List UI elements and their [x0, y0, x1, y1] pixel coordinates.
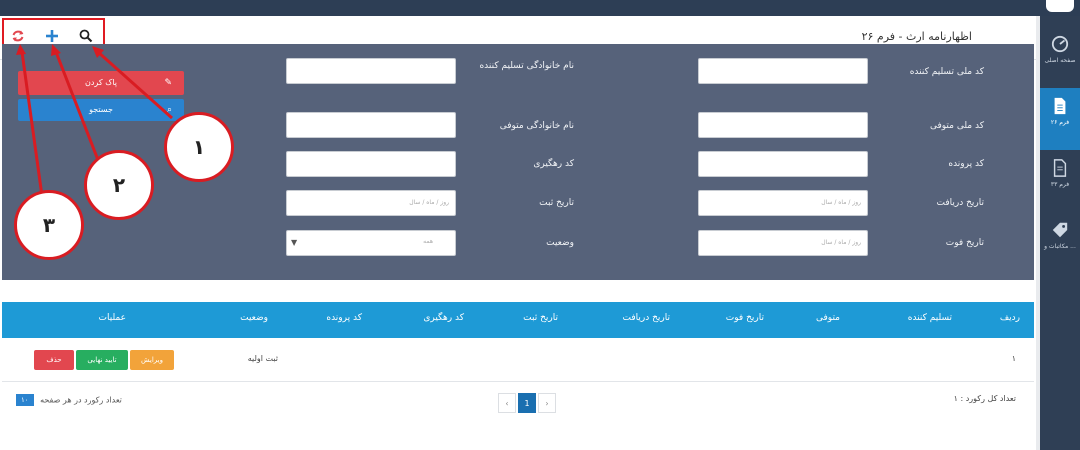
filter-panel: کد ملی تسلیم کننده کد ملی متوفی کد پروند…: [2, 44, 1034, 280]
file-code-input[interactable]: [698, 151, 868, 177]
tracking-code-input[interactable]: [286, 151, 456, 177]
sidebar-item-form33[interactable]: فرم ۳۳: [1040, 150, 1080, 212]
th-giver: تسلیم کننده: [907, 313, 952, 323]
table-header: ردیف تسلیم کننده متوفی تاریخ فوت تاریخ د…: [2, 302, 1034, 338]
status-select[interactable]: ▼ همه: [286, 230, 456, 256]
confirm-button[interactable]: تایید نهایی: [76, 350, 128, 370]
th-index: ردیف: [999, 313, 1020, 323]
delete-button[interactable]: حذف: [34, 350, 74, 370]
callout-1: ۱: [164, 112, 234, 182]
death-date-input[interactable]: روز / ماه / سال: [698, 230, 868, 256]
th-register-date: تاریخ ثبت: [523, 313, 558, 323]
refresh-icon: [12, 30, 24, 42]
pagination: ‹ 1 ›: [498, 393, 560, 413]
cell-status: ثبت اولیه: [247, 354, 278, 363]
label-deceased-family-name: نام خانوادگی متوفی: [499, 121, 574, 131]
th-tracking-code: کد رهگیری: [423, 313, 464, 323]
th-death-date: تاریخ فوت: [725, 313, 764, 323]
pager-next-button[interactable]: ›: [538, 393, 556, 413]
label-death-date: تاریخ فوت: [945, 238, 984, 248]
th-status: وضعیت: [240, 313, 268, 323]
giver-national-code-input[interactable]: [698, 58, 868, 84]
callout-3: ۳: [14, 190, 84, 260]
tag-icon: [1052, 222, 1068, 238]
deceased-national-code-input[interactable]: [698, 112, 868, 138]
th-actions: عملیات: [98, 313, 126, 323]
label-register-date: تاریخ ثبت: [539, 198, 574, 208]
label-file-code: کد پرونده: [948, 159, 984, 169]
cell-index: ۱: [1011, 354, 1016, 363]
th-deceased: متوفی: [816, 313, 840, 323]
label-giver-family-name: نام خانوادگی تسلیم کننده: [479, 61, 574, 71]
pager-current-page[interactable]: 1: [518, 393, 536, 413]
clear-button[interactable]: ✎ پاک کردن: [18, 71, 184, 95]
eraser-icon: ✎: [164, 78, 172, 88]
label-status: وضعیت: [546, 238, 574, 248]
per-page-select[interactable]: ۱۰: [16, 394, 34, 406]
th-receive-date: تاریخ دریافت: [622, 313, 670, 323]
sidebar-item-label: فرم ۲۶: [1050, 119, 1070, 126]
search-icon: ⌕: [166, 105, 172, 115]
callout-2: ۲: [84, 150, 154, 220]
sidebar-item-label: فرم ۳۳: [1050, 181, 1070, 188]
th-file-code: کد پرونده: [326, 313, 362, 323]
label-giver-national-code: کد ملی تسلیم کننده: [909, 67, 984, 77]
deceased-family-name-input[interactable]: [286, 112, 456, 138]
label-deceased-national-code: کد ملی متوفی: [929, 121, 984, 131]
receive-date-input[interactable]: روز / ماه / سال: [698, 190, 868, 216]
search-submit-button[interactable]: ⌕ جستجو: [18, 99, 184, 121]
sidebar-item-home[interactable]: صفحه اصلی: [1040, 26, 1080, 88]
logo: [1046, 0, 1074, 12]
table-row: ۱ ثبت اولیه ویرایش تایید نهایی حذف: [2, 338, 1034, 382]
search-button-label: جستجو: [89, 105, 113, 114]
chevron-down-icon: ▼: [291, 238, 298, 247]
top-bar: [0, 0, 1080, 16]
total-records: تعداد کل رکورد : ۱: [953, 394, 1016, 403]
sidebar-item-label: مکاتبات و ...: [1044, 243, 1076, 250]
search-icon: [79, 29, 93, 43]
register-date-input[interactable]: روز / ماه / سال: [286, 190, 456, 216]
sidebar-item-correspondence[interactable]: مکاتبات و ...: [1040, 212, 1080, 274]
per-page-control: تعداد رکورد در هر صفحه ۱۰: [16, 394, 122, 406]
plus-icon: [46, 30, 58, 42]
document-icon: [1053, 159, 1067, 177]
sidebar-item-form26[interactable]: فرم ۲۶: [1040, 88, 1080, 150]
giver-family-name-input[interactable]: [286, 58, 456, 84]
per-page-label: تعداد رکورد در هر صفحه: [40, 395, 122, 405]
dashboard-icon: [1051, 35, 1069, 53]
clear-button-label: پاک کردن: [84, 78, 118, 87]
sidebar: صفحه اصلی فرم ۲۶ فرم ۳۳ مکاتبات و ...: [1040, 16, 1080, 450]
label-tracking-code: کد رهگیری: [533, 159, 574, 169]
status-select-value: همه: [423, 238, 433, 245]
sidebar-item-label: صفحه اصلی: [1044, 57, 1076, 64]
page-title: اظهارنامه ارث - فرم ۲۶: [861, 30, 972, 43]
edit-button[interactable]: ویرایش: [130, 350, 174, 370]
label-receive-date: تاریخ دریافت: [936, 198, 984, 208]
document-icon: [1054, 97, 1066, 115]
pager-prev-button[interactable]: ‹: [498, 393, 516, 413]
